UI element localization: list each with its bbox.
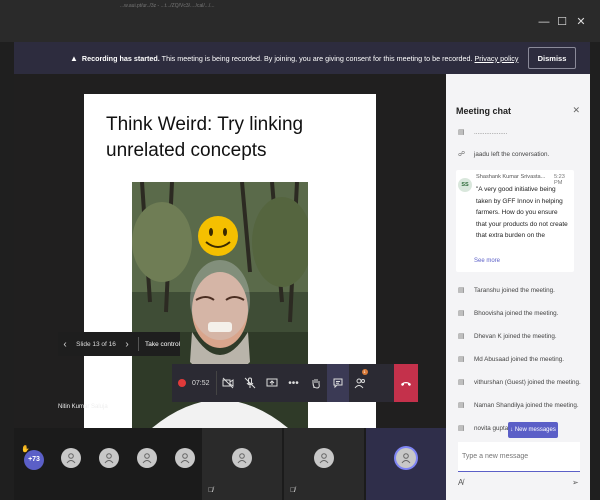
chat-toggle-icon[interactable] [326, 364, 349, 402]
more-participants-badge[interactable]: +73 [24, 450, 44, 470]
event-text: ................... [474, 128, 508, 136]
participant-avatar[interactable] [61, 448, 81, 468]
event-text: Naman Shandilya joined the meeting. [474, 401, 579, 409]
close-window-button[interactable]: ✕ [573, 14, 589, 30]
prev-slide-icon[interactable]: ‹ [58, 339, 72, 350]
chat-message[interactable]: SS Shashank Kumar Srivasta... 5:23 PM "A… [456, 170, 574, 272]
warning-icon: ▲ [70, 53, 78, 63]
muted-mic-icon: 🎙̸ [208, 487, 214, 494]
join-icon: ▤ [458, 310, 465, 317]
sender-avatar: SS [458, 178, 472, 192]
recording-indicator-icon [178, 379, 186, 387]
event-text: vithurshan (Guest) joined the meeting. [474, 378, 581, 386]
share-screen-icon[interactable] [261, 364, 283, 402]
person-icon [237, 453, 247, 464]
participant-tile-active[interactable] [366, 428, 446, 500]
privacy-policy-link[interactable]: Privacy policy [475, 54, 519, 63]
call-controls: 07:52 ••• 1 [172, 364, 418, 402]
slide-counter: Slide 13 of 16 [76, 340, 116, 348]
participant-tile[interactable]: 🎙̸ [284, 428, 364, 500]
maximize-button[interactable]: ☐ [554, 14, 570, 30]
hang-up-button[interactable] [394, 364, 418, 402]
slide-title: Think Weird: Try linking unrelated conce… [106, 114, 304, 161]
event-text: Md Abusaad joined the meeting. [474, 355, 564, 363]
join-icon: ▤ [458, 333, 465, 340]
send-icon[interactable]: ➢ [572, 478, 579, 487]
chat-event-partial: ▤ ................... [458, 128, 586, 137]
recording-message: Recording has started. This meeting is b… [82, 54, 519, 63]
participant-tile[interactable]: 🎙̸ [202, 428, 282, 500]
meeting-chat-panel: Meeting chat ✕ ▤ ................... ☍ j… [446, 74, 590, 500]
participant-avatar[interactable] [137, 448, 157, 468]
slide-navigator: ‹ Slide 13 of 16 › Take control [58, 332, 180, 356]
message-sender: Shashank Kumar Srivasta... [476, 174, 546, 180]
url-strip: ...w.aui.pt/ur../3z - ...t.../ZQ/Vc3/...… [120, 3, 215, 9]
join-icon: ▤ [458, 379, 465, 386]
chat-event: ☍ jaadu left the conversation. [458, 150, 586, 159]
join-icon: ▤ [458, 402, 465, 409]
chat-event: ▤ Dhevan K joined the meeting. [458, 332, 586, 341]
dismiss-button[interactable]: Dismiss [528, 47, 576, 69]
participant-avatar[interactable] [175, 448, 195, 468]
person-icon [180, 453, 190, 464]
presenter-name: Nitin Kumar Saluja [58, 404, 108, 410]
close-chat-icon[interactable]: ✕ [572, 105, 580, 116]
format-text-icon[interactable]: A̸ [458, 478, 463, 487]
message-text: "A very good initiative being taken by G… [476, 186, 568, 239]
event-text: jaadu left the conversation. [474, 150, 550, 158]
chat-event: ▤ Taranshu joined the meeting. [458, 286, 586, 295]
shared-content-stage: Think Weird: Try linking unrelated conce… [14, 74, 446, 428]
person-icon [319, 453, 329, 464]
event-text: novita gupta [474, 424, 509, 432]
participant-avatar [396, 448, 416, 468]
phone-hangup-icon [401, 382, 411, 386]
person-icon [142, 453, 152, 464]
chat-event: ▤ vithurshan (Guest) joined the meeting. [458, 378, 586, 387]
nav-divider [137, 337, 139, 351]
event-text: Taranshu joined the meeting. [474, 286, 555, 294]
recording-consent-text: This meeting is being recorded. By joini… [159, 53, 475, 63]
minimize-button[interactable]: — [536, 14, 552, 30]
join-icon: ▤ [458, 287, 465, 294]
compose-message-input[interactable] [458, 442, 580, 472]
chat-event: ▤ Md Abusaad joined the meeting. [458, 355, 586, 364]
mic-off-icon[interactable] [239, 364, 261, 402]
new-messages-button[interactable]: ↓ New messages [508, 422, 558, 438]
person-icon [104, 453, 114, 464]
camera-off-icon[interactable] [217, 364, 239, 402]
participant-avatar [314, 448, 334, 468]
participant-avatar [232, 448, 252, 468]
leave-icon: ☍ [458, 151, 466, 158]
person-icon [66, 453, 76, 464]
recording-banner: ▲ Recording has started. This meeting is… [14, 42, 590, 74]
person-icon [401, 453, 411, 464]
chat-event: ▤ Naman Shandilya joined the meeting. [458, 401, 586, 410]
take-control-button[interactable]: Take control [145, 341, 180, 348]
chat-event: ▤ Bhoovisha joined the meeting. [458, 309, 586, 318]
chat-title: Meeting chat [456, 106, 512, 116]
join-icon: ▤ [458, 356, 465, 363]
event-text: Bhoovisha joined the meeting. [474, 309, 559, 317]
participants-icon[interactable]: 1 [349, 364, 371, 402]
join-icon: ▤ [458, 425, 465, 432]
recording-title: Recording has started. [81, 53, 160, 63]
see-more-link[interactable]: See more [474, 258, 500, 264]
meeting-timer: 07:52 [192, 379, 210, 387]
participants-badge: 1 [361, 369, 368, 375]
muted-mic-icon: 🎙̸ [290, 487, 296, 494]
event-text: Dhevan K joined the meeting. [474, 332, 557, 340]
more-actions-icon[interactable]: ••• [283, 364, 305, 402]
raise-hand-icon[interactable] [305, 364, 327, 402]
window-titlebar: ...w.aui.pt/ur../3z - ...t.../ZQ/Vc3/...… [0, 0, 600, 42]
participant-roster: ✋ +73 🎙̸ 🎙̸ [14, 428, 446, 500]
event-icon: ▤ [458, 129, 465, 136]
participant-avatar[interactable] [99, 448, 119, 468]
next-slide-icon[interactable]: › [120, 339, 134, 350]
